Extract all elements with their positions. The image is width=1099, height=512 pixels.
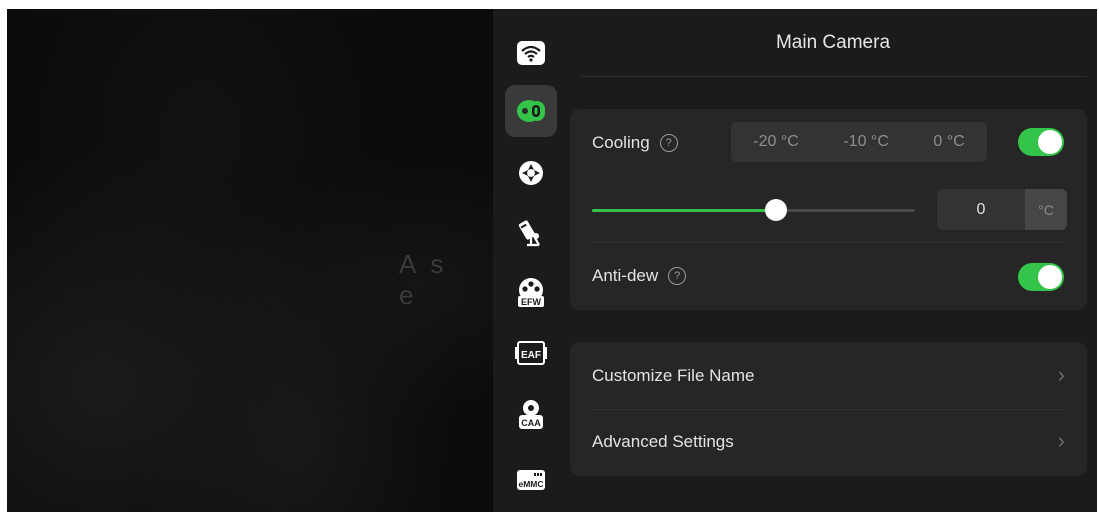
caa-icon: CAA <box>519 400 543 429</box>
emmc-icon-text: eMMC <box>518 479 543 489</box>
cooling-toggle[interactable] <box>1018 128 1064 156</box>
caa-icon-text: CAA <box>521 418 541 428</box>
sidebar-item-mount[interactable] <box>505 147 557 199</box>
cooling-row: Cooling ? <box>592 133 678 153</box>
efw-icon-text: EFW <box>521 297 542 307</box>
slider-fill <box>592 209 777 212</box>
cooling-preset-group: -20 °C -10 °C 0 °C <box>731 122 987 162</box>
advanced-settings-label: Advanced Settings <box>592 432 734 451</box>
sidebar-item-efw[interactable]: EFW <box>505 267 557 319</box>
main-camera-icon <box>517 100 545 122</box>
camera-preview-background: As e <box>7 9 493 512</box>
cooling-toggle-knob <box>1038 130 1062 154</box>
emmc-icon: eMMC <box>517 470 545 490</box>
guide-scope-icon <box>518 220 540 247</box>
sidebar-item-main-camera[interactable] <box>505 85 557 137</box>
sidebar-item-eaf[interactable]: EAF <box>505 327 557 379</box>
sidebar-item-caa[interactable]: CAA <box>505 389 557 441</box>
temperature-unit: °C <box>1025 189 1067 230</box>
antidew-help-icon[interactable]: ? <box>668 267 687 285</box>
slider-handle[interactable] <box>765 199 788 221</box>
preset-0[interactable]: 0 °C <box>933 133 964 151</box>
target-temperature-input[interactable]: 0 <box>937 189 1025 230</box>
page-title: Main Camera <box>775 32 891 53</box>
settings-panel: EFW EAF CAA eMMC Main Camera Cooling ? -… <box>493 9 1097 512</box>
title-divider <box>581 76 1087 77</box>
preset-minus-20[interactable]: -20 °C <box>753 133 799 151</box>
antidew-toggle[interactable] <box>1018 263 1064 291</box>
sidebar-item-wifi[interactable] <box>505 27 557 79</box>
customize-file-name-label: Customize File Name <box>592 366 755 385</box>
background-faint-text: As e <box>399 249 458 310</box>
efw-icon: EFW <box>518 278 544 307</box>
sidebar-item-guide[interactable] <box>505 207 557 259</box>
cooling-help-icon[interactable]: ? <box>659 134 678 152</box>
antidew-row: Anti-dew ? <box>592 266 687 286</box>
cooling-divider <box>592 242 1067 243</box>
wifi-icon <box>517 41 545 65</box>
antidew-label: Anti-dew <box>592 266 659 285</box>
advanced-settings-item[interactable]: Advanced Settings › <box>570 409 1087 476</box>
mount-icon <box>519 161 543 185</box>
chevron-right-icon: › <box>1057 362 1065 387</box>
chevron-right-icon: › <box>1057 428 1065 453</box>
settings-menu-card: Customize File Name › Advanced Settings … <box>570 342 1087 476</box>
preset-minus-10[interactable]: -10 °C <box>843 133 889 151</box>
cooling-label: Cooling <box>592 133 650 152</box>
eaf-icon-text: EAF <box>521 350 541 361</box>
screen: As e EFW EAF CAA eMMC Main Camera Coolin… <box>7 9 1097 512</box>
antidew-toggle-knob <box>1038 265 1062 289</box>
cooling-card: Cooling ? -20 °C -10 °C 0 °C 0 °C Anti-d… <box>570 109 1087 310</box>
customize-file-name-item[interactable]: Customize File Name › <box>570 342 1087 409</box>
device-icon-sidebar: EFW EAF CAA eMMC <box>493 9 569 512</box>
cooling-temperature-slider[interactable] <box>592 199 915 221</box>
eaf-icon: EAF <box>515 341 547 365</box>
sidebar-item-emmc[interactable]: eMMC <box>505 453 557 505</box>
